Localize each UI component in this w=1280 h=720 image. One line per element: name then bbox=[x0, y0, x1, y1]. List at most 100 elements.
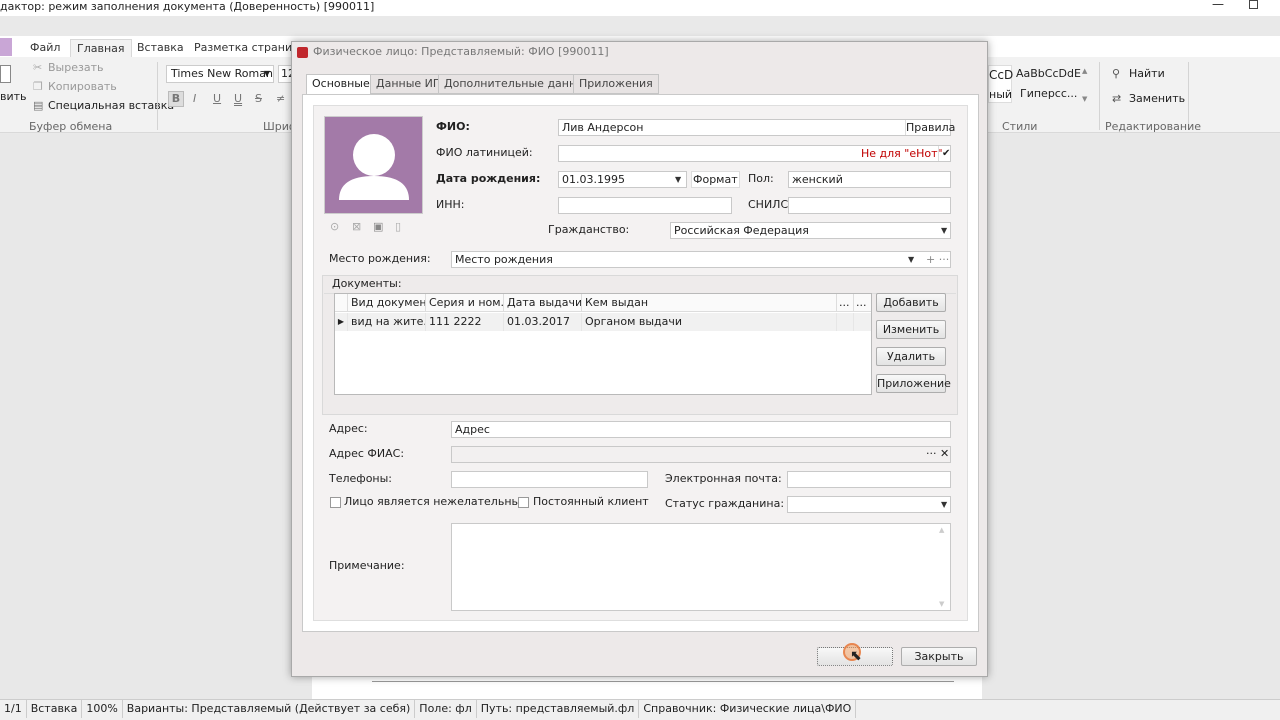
paste-icon[interactable] bbox=[0, 65, 11, 83]
scroll-down-icon[interactable]: ▼ bbox=[939, 600, 944, 608]
email-label: Электронная почта: bbox=[665, 472, 782, 485]
fias-address-input[interactable] bbox=[451, 446, 951, 463]
style-gallery-item-1[interactable]: CcD ный bbox=[988, 65, 1013, 103]
font-name-value: Times New Roman bbox=[171, 67, 273, 80]
ribbon-separator bbox=[1099, 62, 1100, 130]
double-underline-button[interactable]: U bbox=[234, 92, 242, 105]
tab-attachments[interactable]: Приложения bbox=[573, 74, 659, 94]
underline-button[interactable]: U bbox=[213, 92, 221, 105]
subscript-button[interactable]: ≠ bbox=[276, 92, 285, 105]
tab-ip-data[interactable]: Данные ИП bbox=[370, 74, 448, 94]
replace-button[interactable]: Заменить bbox=[1129, 92, 1185, 105]
tab-home[interactable]: Главная bbox=[70, 39, 132, 58]
rules-button[interactable]: Правила bbox=[905, 120, 955, 135]
birth-place-select[interactable]: Место рождения bbox=[451, 251, 951, 268]
style-2-sample[interactable]: AaBbCcDdE bbox=[1016, 67, 1081, 80]
col-series-number[interactable]: Серия и ном... bbox=[426, 294, 504, 312]
chevron-down-icon[interactable]: ▼ bbox=[908, 255, 914, 264]
birth-place-add-more-icons[interactable]: + ··· bbox=[926, 252, 949, 267]
citizen-status-select[interactable] bbox=[787, 496, 951, 513]
tab-insert[interactable]: Вставка bbox=[131, 39, 190, 58]
form-area: ⊙ ⊠ ▣ ▯ ФИО: Лив Андерсон Правила ФИО ла… bbox=[313, 105, 968, 621]
col-issue-date[interactable]: Дата выдачи bbox=[504, 294, 582, 312]
tab-file[interactable]: Файл bbox=[24, 39, 66, 58]
image-icon[interactable]: ▣ bbox=[373, 220, 383, 233]
fio-input[interactable]: Лив Андерсон bbox=[558, 119, 951, 136]
scissors-icon: ✂ bbox=[33, 61, 43, 74]
col-more-2[interactable]: ... bbox=[854, 294, 871, 312]
page-line bbox=[372, 681, 954, 682]
chevron-down-icon[interactable]: ▼ bbox=[941, 226, 947, 235]
group-styles-label: Стили bbox=[1002, 120, 1038, 133]
phones-label: Телефоны: bbox=[329, 472, 393, 485]
copy-icon: ❐ bbox=[33, 80, 43, 93]
edit-document-button[interactable]: Изменить bbox=[876, 320, 946, 339]
style-2-name[interactable]: Гиперсс... bbox=[1020, 87, 1077, 100]
restore-icon[interactable] bbox=[1249, 0, 1258, 9]
citizen-status-label: Статус гражданина: bbox=[665, 497, 785, 510]
inn-label: ИНН: bbox=[436, 198, 465, 211]
status-page: 1/1 bbox=[0, 700, 27, 718]
gender-input[interactable]: женский bbox=[788, 171, 951, 188]
fias-more-icon[interactable]: ··· bbox=[926, 446, 937, 462]
find-button[interactable]: Найти bbox=[1129, 67, 1165, 80]
enot-warning: Не для "еНот" bbox=[861, 147, 943, 160]
camera-icon[interactable]: ⊙ bbox=[330, 220, 339, 233]
col-issued-by[interactable]: Кем выдан bbox=[582, 294, 837, 312]
cell-blank bbox=[837, 313, 854, 331]
birth-date-picker[interactable]: 01.03.1995 bbox=[558, 171, 687, 188]
tab-main[interactable]: Основные bbox=[306, 74, 376, 95]
gallery-up-icon[interactable]: ▲ bbox=[1082, 67, 1087, 75]
undesirable-label[interactable]: Лицо является нежелательным bbox=[344, 494, 529, 510]
regular-client-checkbox[interactable] bbox=[518, 497, 529, 508]
font-name-select[interactable]: Times New Roman ▼ bbox=[166, 65, 274, 83]
dialog-title: Физическое лицо: Представляемый: ФИО [99… bbox=[313, 45, 609, 58]
snils-input[interactable] bbox=[788, 197, 951, 214]
delete-document-button[interactable]: Удалить bbox=[876, 347, 946, 366]
close-button[interactable]: Закрыть bbox=[901, 647, 977, 666]
app-logo-icon bbox=[297, 47, 308, 58]
note-textarea[interactable] bbox=[451, 523, 951, 611]
cut-button[interactable]: Вырезать bbox=[48, 61, 103, 74]
scroll-up-icon[interactable]: ▲ bbox=[939, 526, 944, 534]
chevron-down-icon[interactable]: ▼ bbox=[675, 175, 681, 184]
format-button[interactable]: Формат bbox=[691, 171, 740, 188]
app-menu-button[interactable] bbox=[0, 38, 12, 56]
undesirable-checkbox[interactable] bbox=[330, 497, 341, 508]
phones-input[interactable] bbox=[451, 471, 648, 488]
status-variant: Варианты: Представляемый (Действует за с… bbox=[123, 700, 416, 718]
fio-latin-label: ФИО латиницей: bbox=[436, 146, 533, 159]
col-more-1[interactable]: ... bbox=[837, 294, 854, 312]
gallery-more-icon[interactable]: ▼ bbox=[1082, 95, 1087, 103]
copy-button[interactable]: Копировать bbox=[48, 80, 117, 93]
font-size-select[interactable]: 12 bbox=[278, 65, 292, 83]
window-title: дактор: режим заполнения документа (Дове… bbox=[0, 0, 375, 13]
documents-table[interactable]: Вид документа Серия и ном... Дата выдачи… bbox=[334, 293, 872, 395]
minimize-icon[interactable]: — bbox=[1212, 0, 1224, 10]
tab-panel: ⊙ ⊠ ▣ ▯ ФИО: Лив Андерсон Правила ФИО ла… bbox=[302, 94, 979, 632]
strikethrough-button[interactable]: S bbox=[255, 92, 262, 105]
trash-icon[interactable]: ▯ bbox=[395, 220, 401, 233]
status-path: Путь: представляемый.фл bbox=[477, 700, 640, 718]
col-doc-type[interactable]: Вид документа bbox=[348, 294, 426, 312]
checkmark-icon[interactable]: ✔ bbox=[938, 146, 950, 161]
cell-series-number: 111 2222 bbox=[426, 313, 504, 331]
address-input[interactable]: Адрес bbox=[451, 421, 951, 438]
address-value: Адрес bbox=[455, 423, 490, 436]
citizenship-select[interactable]: Российская Федерация bbox=[670, 222, 951, 239]
bold-button[interactable]: B bbox=[168, 91, 184, 107]
email-input[interactable] bbox=[787, 471, 951, 488]
inn-input[interactable] bbox=[558, 197, 732, 214]
crop-icon[interactable]: ⊠ bbox=[352, 220, 361, 233]
document-attachment-button[interactable]: Приложение bbox=[876, 374, 951, 393]
regular-client-label[interactable]: Постоянный клиент bbox=[533, 494, 649, 510]
status-zoom[interactable]: 100% bbox=[82, 700, 123, 718]
paste-label[interactable]: вить bbox=[0, 90, 27, 103]
fias-clear-icon[interactable]: ✕ bbox=[940, 446, 949, 462]
special-paste-button[interactable]: Специальная вставка bbox=[48, 99, 174, 112]
chevron-down-icon[interactable]: ▼ bbox=[941, 500, 947, 509]
add-document-button[interactable]: Добавить bbox=[876, 293, 946, 312]
address-label: Адрес: bbox=[329, 422, 368, 435]
avatar[interactable] bbox=[324, 116, 423, 214]
italic-button[interactable]: I bbox=[193, 92, 196, 105]
